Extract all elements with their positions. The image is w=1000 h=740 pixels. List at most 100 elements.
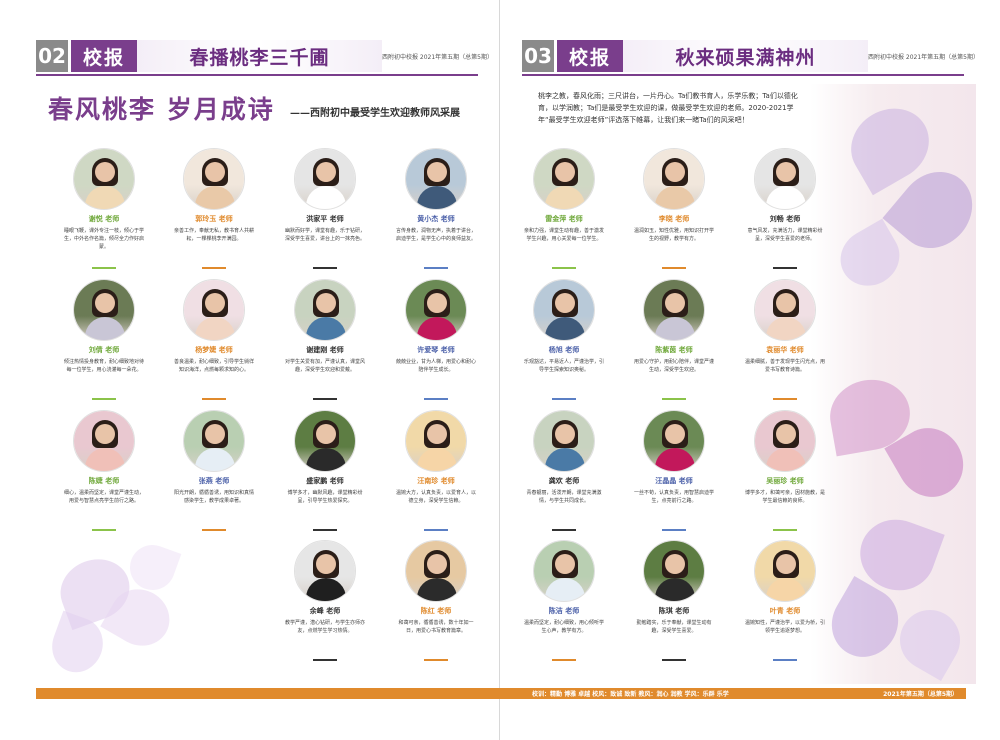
teacher-photo bbox=[183, 410, 245, 472]
teacher-description: 博学多才，和蔼可亲，因材施教，是学生最信赖的良师。 bbox=[744, 490, 825, 504]
teacher-photo bbox=[73, 279, 135, 341]
teacher-name: 余峰 老师 bbox=[309, 607, 341, 615]
teacher-card: 龚欢 老师 青春靓丽，活泼开朗，课堂充满激情，与学生共同成长。 bbox=[518, 410, 610, 531]
teacher-name: 杨梦婕 老师 bbox=[195, 346, 233, 354]
teacher-name: 杨旭 老师 bbox=[548, 346, 580, 354]
teacher-photo bbox=[643, 410, 705, 472]
teacher-card: 吴丽珍 老师 博学多才，和蔼可亲，因材施教，是学生最信赖的良师。 bbox=[739, 410, 831, 531]
teacher-description: 温婉大方，认真负责，以爱育人，以德立身，深受学生信赖。 bbox=[395, 490, 476, 504]
divider-line bbox=[773, 659, 797, 661]
teacher-card: 黄小杰 老师言传身教，润物无声，执着于讲台，启迪学生，是学生心中的良师益友。 bbox=[390, 148, 482, 269]
teacher-description: 善良温柔，耐心细致，引导学生徜徉知识海洋，点燃每颗求知的心。 bbox=[173, 359, 254, 373]
teacher-photo bbox=[183, 148, 245, 210]
teacher-card: 陈洁 老师温柔而坚定，耐心细致，用心倾听学生心声，教学有方。 bbox=[518, 540, 610, 661]
divider-line bbox=[202, 267, 226, 269]
teacher-card: 洪家平 老师 幽默而好学，课堂有趣，乐于钻研，深受学生喜爱，讲台上的一抹亮色。 bbox=[279, 148, 371, 269]
teacher-photo bbox=[643, 279, 705, 341]
divider-line bbox=[773, 398, 797, 400]
teacher-photo bbox=[754, 410, 816, 472]
teacher-description: 兢兢业业，甘为人梯，用爱心和耐心陪伴学生成长。 bbox=[395, 359, 476, 373]
divider-line bbox=[424, 398, 448, 400]
teacher-description: 温润如玉，知性优雅，用知识打开学生的视野，教学有方。 bbox=[633, 228, 714, 242]
flower-decoration bbox=[123, 538, 182, 597]
school-motto: 校训：精勤 博雅 卓越 校风：致诚 致新 教风：润心 润教 学风：乐群 乐学 bbox=[532, 691, 729, 698]
teacher-description: 温柔而坚定，耐心细致，用心倾听学生心声，教学有方。 bbox=[523, 620, 604, 634]
divider-line bbox=[662, 659, 686, 661]
teacher-photo bbox=[643, 148, 705, 210]
teacher-name: 汪晶晶 老师 bbox=[655, 477, 693, 485]
teacher-photo bbox=[405, 148, 467, 210]
teacher-photo bbox=[533, 410, 595, 472]
teacher-card: 杨旭 老师乐观豁达，平易近人，严谨治学，引导学生探索知识奥秘。 bbox=[518, 279, 610, 400]
teacher-card: 余峰 老师教学严谨，潜心钻研，与学生亦师亦友，点燃学生学习热情。 bbox=[279, 540, 371, 661]
teacher-description: 亲和力强，课堂生动有趣，善于激发学生兴趣，用心关爱每一位学生。 bbox=[523, 228, 604, 242]
teacher-photo bbox=[294, 540, 356, 602]
newspaper-logo: 校报 bbox=[71, 40, 137, 72]
divider-line bbox=[313, 529, 337, 531]
teacher-card: 许爱琴 老师兢兢业业，甘为人梯，用爱心和耐心陪伴学生成长。 bbox=[390, 279, 482, 400]
teacher-name: 雷金萍 老师 bbox=[545, 215, 583, 223]
divider-line bbox=[92, 267, 116, 269]
teacher-photo bbox=[643, 540, 705, 602]
teacher-name: 陈洁 老师 bbox=[548, 607, 580, 615]
divider-line bbox=[552, 659, 576, 661]
divider-line bbox=[424, 267, 448, 269]
teacher-photo bbox=[405, 279, 467, 341]
teacher-name: 许爱琴 老师 bbox=[417, 346, 455, 354]
divider-line bbox=[313, 659, 337, 661]
teacher-card: 谢悦 老师睡眼飞鞭，课外专注一枝，倾心于学生，中外名作名篇，倾尽全力作好启蒙。 bbox=[58, 148, 150, 269]
teacher-card: 叶青 老师 温婉知性，严谨治学，以爱为桥，引领学生追逐梦想。 bbox=[739, 540, 831, 661]
divider-line bbox=[202, 529, 226, 531]
left-header: 02 校报 春播桃李三千圃 西附初中校报 2021年第五期（总第5期） bbox=[36, 40, 493, 72]
teacher-name: 陈婕 老师 bbox=[88, 477, 120, 485]
teacher-name: 李晓 老师 bbox=[658, 215, 690, 223]
feature-title: 春风桃李 岁月成诗 bbox=[48, 95, 275, 124]
divider-line bbox=[662, 398, 686, 400]
footer-issue: 2021年第五期（总第5期） bbox=[883, 691, 958, 698]
divider-line bbox=[313, 267, 337, 269]
teacher-name: 陈琪 老师 bbox=[658, 607, 690, 615]
teacher-description: 一丝不苟，认真负责，用智慧启迪学生，点亮前行之路。 bbox=[633, 490, 714, 504]
teacher-name: 汪南珍 老师 bbox=[417, 477, 455, 485]
teacher-photo bbox=[183, 279, 245, 341]
teacher-name: 谢建刚 老师 bbox=[306, 346, 344, 354]
teacher-card: 李晓 老师温润如玉，知性优雅，用知识打开学生的视野，教学有方。 bbox=[628, 148, 720, 269]
teacher-description: 言传身教，润物无声，执着于讲台，启迪学生，是学生心中的良师益友。 bbox=[395, 228, 476, 242]
teacher-card: 刘畅 老师 意气风发，充满活力，课堂精彩纷呈，深受学生喜爱的老师。 bbox=[739, 148, 831, 269]
teacher-name: 黄小杰 老师 bbox=[417, 215, 455, 223]
divider-line bbox=[313, 398, 337, 400]
teacher-card: 张燕 老师 阳光开朗，循循善诱，用知识和真情感染学生，教学成果卓著。 bbox=[168, 410, 260, 531]
divider-line bbox=[424, 529, 448, 531]
teacher-name: 谢悦 老师 bbox=[88, 215, 120, 223]
teacher-name: 盛家鹏 老师 bbox=[306, 477, 344, 485]
teacher-name: 龚欢 老师 bbox=[548, 477, 580, 485]
teacher-name: 袁丽华 老师 bbox=[766, 346, 804, 354]
teacher-card: 陈琪 老师勤勉踏实，乐于奉献，课堂生动有趣，深受学生喜爱。 bbox=[628, 540, 720, 661]
issue-meta: 西附初中校报 2021年第五期（总第5期） bbox=[868, 53, 979, 61]
teacher-description: 幽默而好学，课堂有趣，乐于钻研，深受学生喜爱，讲台上的一抹亮色。 bbox=[284, 228, 365, 242]
right-header: 03 校报 秋来硕果满神州 西附初中校报 2021年第五期（总第5期） bbox=[522, 40, 979, 72]
teacher-photo bbox=[73, 410, 135, 472]
teacher-card: 陈红 老师和蔼可亲，循循善诱，数十年如一日，用爱心书写教育篇章。 bbox=[390, 540, 482, 661]
teacher-card: 陈婕 老师 细心，温柔而坚定，课堂严谨生动，用爱与智慧点亮学生前行之路。 bbox=[58, 410, 150, 531]
teacher-description: 乐观豁达，平易近人，严谨治学，引导学生探索知识奥秘。 bbox=[523, 359, 604, 373]
teacher-description: 睡眼飞鞭，课外专注一枝，倾心于学生，中外名作名篇，倾尽全力作好启蒙。 bbox=[63, 228, 144, 250]
teacher-name: 郭玲玉 老师 bbox=[195, 215, 233, 223]
page-number: 03 bbox=[522, 40, 554, 72]
teacher-description: 和蔼可亲，循循善诱，数十年如一日，用爱心书写教育篇章。 bbox=[398, 620, 474, 634]
teacher-description: 阳光开朗，循循善诱，用知识和真情感染学生，教学成果卓著。 bbox=[173, 490, 254, 504]
teacher-description: 教学严谨，潜心钻研，与学生亦师亦友，点燃学生学习热情。 bbox=[284, 620, 365, 634]
flower-decoration bbox=[44, 610, 111, 680]
teacher-name: 陈红 老师 bbox=[420, 607, 452, 615]
teacher-description: 对学生关爱有加，严谨认真，课堂风趣，深受学生欢迎和爱戴。 bbox=[284, 359, 365, 373]
feature-subtitle: ——西附初中最受学生欢迎教师风采展 bbox=[290, 108, 460, 119]
newspaper-logo: 校报 bbox=[557, 40, 623, 72]
teacher-description: 勤勉踏实，乐于奉献，课堂生动有趣，深受学生喜爱。 bbox=[636, 620, 712, 634]
divider-line bbox=[773, 529, 797, 531]
divider-line bbox=[773, 267, 797, 269]
teacher-card: 谢建刚 老师对学生关爱有加，严谨认真，课堂风趣，深受学生欢迎和爱戴。 bbox=[279, 279, 371, 400]
teacher-description: 用爱心守护，用耐心陪伴，课堂严谨生动，深受学生欢迎。 bbox=[633, 359, 714, 373]
divider-line bbox=[552, 529, 576, 531]
teacher-name: 叶青 老师 bbox=[769, 607, 801, 615]
teacher-name: 陈紫茵 老师 bbox=[655, 346, 693, 354]
